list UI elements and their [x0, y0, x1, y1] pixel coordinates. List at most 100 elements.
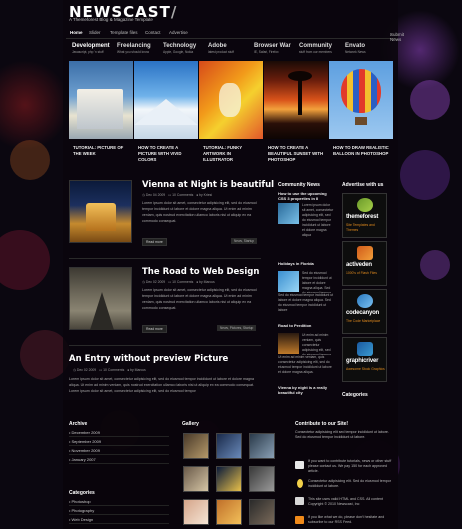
mail-icon — [295, 461, 304, 469]
arrow-right-icon: › — [390, 32, 392, 37]
clock-icon: ◷ — [73, 368, 76, 372]
ad-themeforest[interactable]: themeforest Site Templates and Themes — [342, 193, 387, 238]
clock-icon: ◷ — [142, 193, 145, 197]
advertise-title: Advertise with us — [342, 182, 384, 188]
post-excerpt: Lorem ipsum dolor sit amet, consectetur … — [142, 201, 257, 223]
footer-categories-list: • Photoshop • Photography • Web Design — [69, 497, 169, 524]
code-icon — [357, 294, 373, 308]
flash-icon — [357, 246, 373, 260]
comment-icon: ▭ — [98, 368, 103, 372]
ad-graphicriver[interactable]: graphicriver Awesome Stock Graphics — [342, 337, 387, 382]
nav-advertise[interactable]: Advertise — [169, 30, 188, 35]
gallery-thumbnail[interactable] — [249, 466, 275, 492]
comments-link[interactable]: 10 Comments — [172, 280, 193, 284]
top-navigation: Home Slider Template files Contact Adver… — [66, 28, 404, 42]
post-meta: ◷ Dec 04 2009 ▭ 10 Comments ● by Kriesi — [142, 193, 213, 197]
comment-icon: ▭ — [167, 193, 172, 197]
archive-item[interactable]: • January 2007 — [69, 455, 169, 464]
news-thumbnail[interactable] — [278, 203, 299, 224]
category-item[interactable]: • Photoshop — [69, 497, 169, 506]
sidebar-categories-title: Categories — [342, 392, 368, 398]
gallery-thumbnail[interactable] — [249, 499, 275, 525]
post-thumbnail-road[interactable] — [69, 267, 132, 330]
community-news-title: Community News — [278, 182, 320, 188]
category-item[interactable]: • Web Design — [69, 515, 169, 524]
rss-subscribe-text[interactable]: If you like what we do, please don't hes… — [308, 515, 392, 525]
archive-item[interactable]: • September 2009 — [69, 437, 169, 446]
archive-list: • December 2009 • September 2009 • Novem… — [69, 428, 169, 464]
category-development[interactable]: Development Javascript, php 'n stuff — [72, 43, 118, 54]
post-meta: ◷ Dec 02 2009 ▭ 10 Comments ● by Marcus — [142, 280, 215, 284]
community-news-list: How to use the upcoming CSS 3 properties… — [278, 191, 334, 395]
category-freelancing[interactable]: Freelancing What you should know — [117, 43, 163, 54]
comments-link[interactable]: 10 Comments — [103, 368, 124, 372]
divider — [69, 258, 261, 259]
gallery-thumbnail[interactable] — [216, 466, 242, 492]
post-title[interactable]: The Road to Web Design — [142, 267, 259, 277]
slide-item[interactable]: How to create a picture with vivid color… — [134, 61, 198, 168]
gallery-thumbnail[interactable] — [183, 466, 209, 492]
post-tags[interactable]: News, Pictures, Startup — [217, 325, 257, 331]
category-navigation: Development Javascript, php 'n stuff Fre… — [66, 41, 396, 60]
featured-slider: Tutorial: Picture of the Week How to cre… — [69, 61, 393, 168]
post-thumbnail-vienna[interactable] — [69, 180, 132, 243]
nav-home[interactable]: Home — [70, 30, 83, 35]
document-icon — [295, 497, 304, 505]
slide-item[interactable]: Tutorial: Funky artwork in Illustrator — [199, 61, 263, 168]
post-entry: An Entry without preview Picture ◷ Dec 0… — [69, 354, 261, 394]
gallery-thumbnail[interactable] — [183, 433, 209, 459]
slide-image-artwork — [199, 61, 263, 139]
post-excerpt: Lorem ipsum dolor sit amet, consectetur … — [69, 377, 254, 393]
category-item[interactable]: • Photography — [69, 506, 169, 515]
category-technology[interactable]: Technology Apple, Google, Nokia — [163, 43, 209, 54]
contribute-title: Contribute to our Site! — [295, 421, 349, 427]
leaf-icon — [357, 198, 373, 212]
slide-item[interactable]: How to draw realistic balloon in Photosh… — [329, 61, 393, 168]
post-entry: Vienna at Night is beautiful ◷ Dec 04 20… — [69, 180, 274, 248]
category-envato[interactable]: Envato Network News — [345, 43, 391, 54]
news-thumbnail[interactable] — [278, 333, 299, 354]
gallery-thumbnail[interactable] — [249, 433, 275, 459]
rss-icon[interactable] — [295, 516, 304, 524]
news-item-title[interactable]: Holidays in Florida — [278, 261, 334, 266]
site-tagline: A Themeforest Blog & Magazine Template — [69, 17, 153, 22]
news-thumbnail[interactable] — [278, 271, 299, 292]
slide-item[interactable]: Tutorial: Picture of the Week — [69, 61, 133, 168]
news-item-title[interactable]: How to use the upcoming CSS 3 properties… — [278, 191, 334, 201]
post-title[interactable]: An Entry without preview Picture — [69, 354, 228, 364]
lightbulb-icon — [297, 479, 303, 488]
category-adobe[interactable]: Adobe latest product stuff — [208, 43, 254, 54]
gallery-thumbnail[interactable] — [216, 499, 242, 525]
slide-image-building — [69, 61, 133, 139]
post-meta: ◷ Dec 02 2009 ▭ 10 Comments ● by Marcus — [73, 368, 146, 372]
user-icon: ● — [196, 280, 199, 284]
read-more-button[interactable]: Read more — [142, 325, 167, 333]
category-browser-war[interactable]: Browser War IE, Safari, Firefox — [254, 43, 300, 54]
read-more-button[interactable]: Read more — [142, 238, 167, 246]
category-community[interactable]: Community stuff from our members — [299, 43, 345, 54]
news-item-title[interactable]: Vienna by night is a really beautiful ci… — [278, 385, 334, 395]
gallery-thumbnail[interactable] — [216, 433, 242, 459]
archive-item[interactable]: • November 2009 — [69, 446, 169, 455]
archive-item[interactable]: • December 2009 — [69, 428, 169, 437]
divider — [69, 345, 261, 346]
comments-link[interactable]: 10 Comments — [172, 193, 193, 197]
contribute-intro: Consectetur adipisicing elit sed tempor … — [295, 430, 389, 439]
slide-image-sunset — [264, 61, 328, 139]
post-title[interactable]: Vienna at Night is beautiful — [142, 180, 274, 190]
graphic-icon — [357, 342, 373, 356]
gallery-thumbnail[interactable] — [183, 499, 209, 525]
news-item-title[interactable]: Road to Perdition — [278, 323, 334, 328]
comment-icon: ▭ — [167, 280, 172, 284]
nav-contact[interactable]: Contact — [145, 30, 161, 35]
post-tags[interactable]: News, Startup — [231, 238, 258, 244]
clock-icon: ◷ — [142, 280, 145, 284]
slide-item[interactable]: How to create a beautiful sunset with Ph… — [264, 61, 328, 168]
ad-activeden[interactable]: activeden 1000's of Flash Files — [342, 241, 387, 286]
ad-codecanyon[interactable]: codecanyon The Code Marketplace — [342, 289, 387, 334]
user-icon: ● — [196, 193, 199, 197]
slide-image-balloon — [329, 61, 393, 139]
nav-slider[interactable]: Slider — [89, 30, 101, 35]
post-entry: The Road to Web Design ◷ Dec 02 2009 ▭ 1… — [69, 267, 261, 335]
nav-template-files[interactable]: Template files — [110, 30, 138, 35]
